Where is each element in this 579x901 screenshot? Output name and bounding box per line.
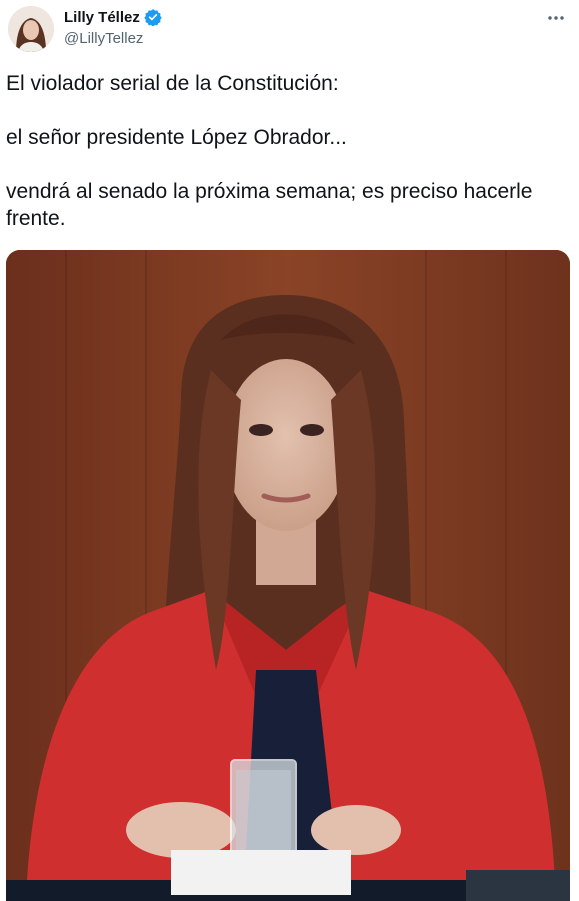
- name-row: Lilly Téllez: [64, 8, 162, 27]
- more-options-icon[interactable]: [545, 6, 567, 28]
- tweet-photo[interactable]: [6, 250, 570, 901]
- author-handle[interactable]: @LillyTellez: [64, 30, 143, 47]
- tweet-header: Lilly Téllez @LillyTellez: [0, 0, 579, 60]
- tweet-line-1: El violador serial de la Constitución:: [6, 72, 339, 95]
- tweet-line-2: el señor presidente López Obrador...: [6, 126, 347, 149]
- tweet-text: El violador serial de la Constitución: e…: [6, 70, 566, 232]
- tweet-line-3: vendrá al senado la próxima semana; es p…: [6, 180, 533, 230]
- verified-badge-icon: [144, 8, 162, 27]
- author-name[interactable]: Lilly Téllez: [64, 9, 140, 26]
- avatar[interactable]: [8, 6, 54, 52]
